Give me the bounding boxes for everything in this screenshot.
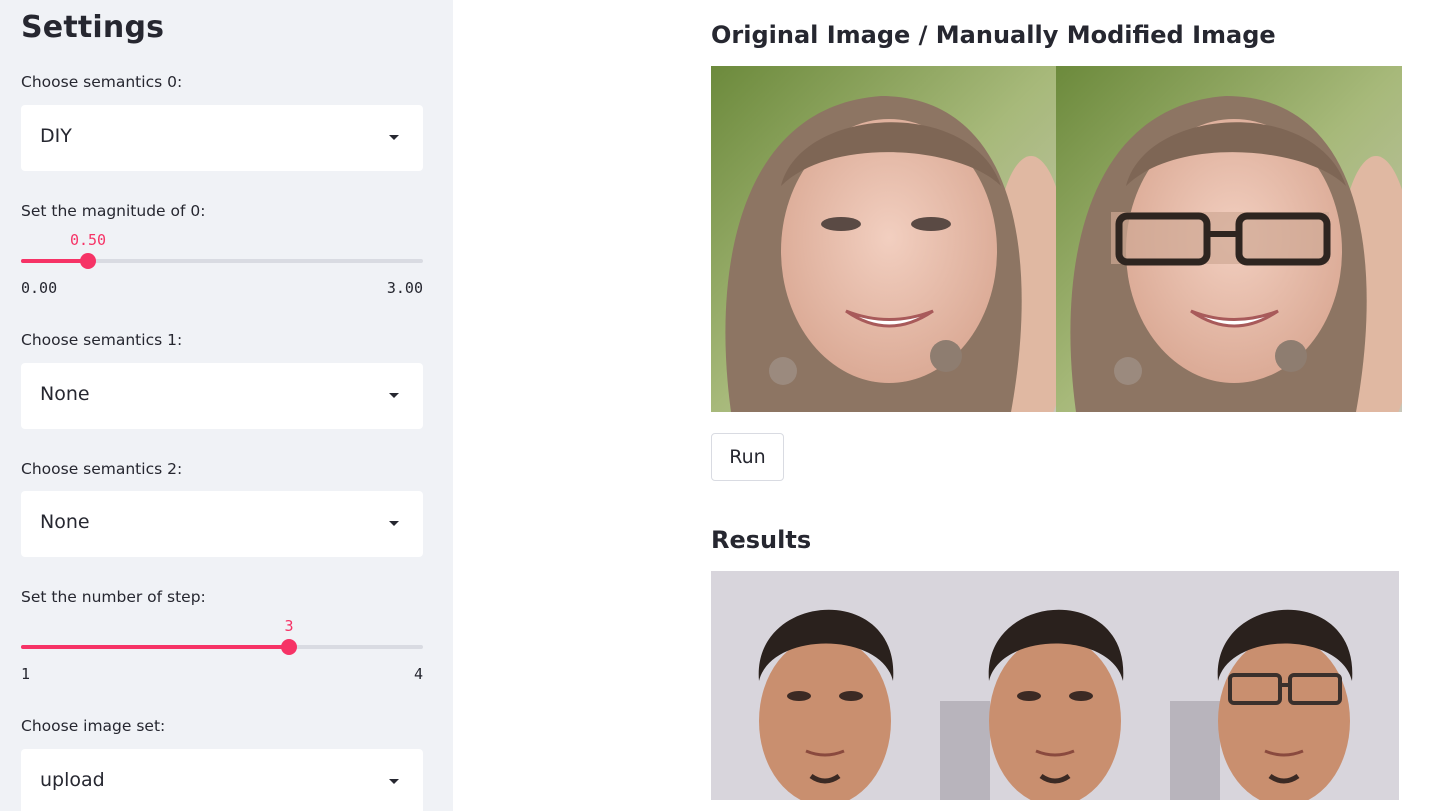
semantics-0-select[interactable]: DIY	[21, 105, 423, 171]
semantics-1-label: Choose semantics 1:	[21, 331, 183, 349]
original-images-title: Original Image / Manually Modified Image	[711, 21, 1276, 49]
semantics-1-value: None	[40, 383, 90, 405]
slider-current-value: 0.50	[69, 231, 107, 249]
magnitude-label: Set the magnitude of 0:	[21, 202, 206, 220]
semantics-1-select[interactable]: None	[21, 363, 423, 429]
slider-fill	[21, 259, 88, 263]
slider-current-value: 3	[284, 617, 294, 635]
slider-thumb[interactable]	[80, 253, 96, 269]
results-title: Results	[711, 526, 812, 554]
image-set-label: Choose image set:	[21, 717, 166, 735]
semantics-0-label: Choose semantics 0:	[21, 73, 183, 91]
semantics-2-value: None	[40, 511, 90, 533]
chevron-down-icon	[389, 393, 399, 398]
magnitude-slider[interactable]: 0.50 0.00 3.00	[21, 231, 423, 297]
image-set-value: upload	[40, 769, 105, 791]
slider-max: 4	[413, 665, 423, 683]
result-image-3	[1170, 571, 1399, 800]
slider-thumb[interactable]	[281, 639, 297, 655]
semantics-2-label: Choose semantics 2:	[21, 460, 183, 478]
steps-label: Set the number of step:	[21, 588, 206, 606]
sidebar: Settings Choose semantics 0: DIY Set the…	[0, 0, 453, 811]
steps-slider[interactable]: 3 1 4	[21, 617, 423, 683]
original-images-row	[711, 66, 1402, 412]
run-button[interactable]: Run	[711, 433, 784, 481]
modified-image	[1056, 66, 1402, 412]
chevron-down-icon	[389, 521, 399, 526]
result-image-1	[711, 571, 940, 800]
slider-min: 1	[21, 665, 31, 683]
semantics-0-value: DIY	[40, 125, 72, 147]
image-set-select[interactable]: upload	[21, 749, 423, 811]
semantics-2-select[interactable]: None	[21, 491, 423, 557]
original-image	[711, 66, 1056, 412]
slider-fill	[21, 645, 289, 649]
slider-min: 0.00	[21, 279, 58, 297]
results-images-row	[711, 571, 1399, 800]
slider-max: 3.00	[386, 279, 423, 297]
chevron-down-icon	[389, 779, 399, 784]
sidebar-title: Settings	[21, 10, 165, 45]
result-image-2	[940, 571, 1170, 800]
chevron-down-icon	[389, 135, 399, 140]
